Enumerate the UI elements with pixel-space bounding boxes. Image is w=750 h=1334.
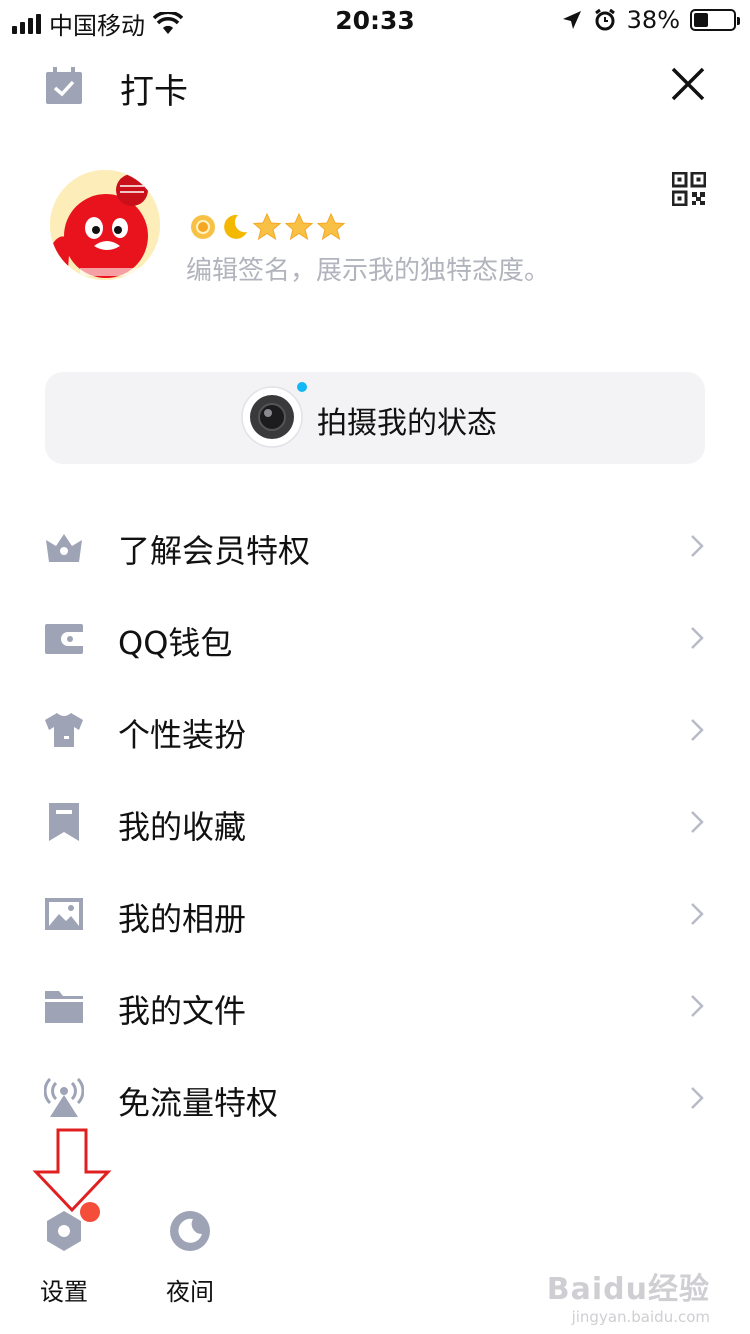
penguin-avatar-image bbox=[50, 170, 160, 280]
watermark: Baidu经验 jingyan.baidu.com bbox=[547, 1264, 710, 1326]
antenna-icon bbox=[44, 1078, 84, 1117]
alarm-icon bbox=[594, 8, 615, 31]
menu-item-files[interactable]: 我的文件 bbox=[0, 960, 750, 1052]
level-badges[interactable] bbox=[188, 212, 346, 242]
star-icon bbox=[316, 212, 346, 241]
battery-icon bbox=[690, 9, 740, 31]
status-bar: 中国移动 20:33 38% bbox=[0, 0, 750, 40]
chevron-right-icon bbox=[691, 811, 704, 833]
battery-fill bbox=[694, 13, 709, 27]
menu-item-album[interactable]: 我的相册 bbox=[0, 868, 750, 960]
moon-icon bbox=[167, 1208, 213, 1254]
menu-item-favorites[interactable]: 我的收藏 bbox=[0, 776, 750, 868]
menu-item-label: 免流量特权 bbox=[118, 1084, 279, 1122]
chevron-right-icon bbox=[691, 995, 704, 1017]
camera-icon bbox=[241, 386, 303, 448]
chevron-right-icon bbox=[691, 1087, 704, 1109]
notification-badge bbox=[80, 1202, 100, 1222]
down-arrow-annotation bbox=[32, 1128, 112, 1213]
menu-item-label: QQ钱包 bbox=[118, 624, 233, 662]
chevron-right-icon bbox=[691, 627, 704, 649]
page-title[interactable]: 打卡 bbox=[120, 64, 188, 113]
menu-item-vip[interactable]: 了解会员特权 bbox=[0, 500, 750, 592]
settings-button[interactable]: 设置 bbox=[19, 1208, 109, 1307]
chevron-right-icon bbox=[691, 903, 704, 925]
menu-item-label: 我的收藏 bbox=[118, 808, 247, 846]
signature-placeholder[interactable]: 编辑签名，展示我的独特态度。 bbox=[186, 250, 550, 287]
tshirt-icon bbox=[45, 713, 83, 747]
close-icon[interactable] bbox=[668, 64, 708, 104]
menu-item-theme[interactable]: 个性装扮 bbox=[0, 684, 750, 776]
chevron-right-icon bbox=[691, 719, 704, 741]
photo-icon bbox=[45, 898, 83, 930]
watermark-url: jingyan.baidu.com bbox=[571, 1308, 710, 1326]
settings-label: 设置 bbox=[40, 1278, 88, 1306]
wallet-icon bbox=[45, 624, 83, 654]
shoot-status-label: 拍摄我的状态 bbox=[317, 406, 497, 441]
menu-item-label: 了解会员特权 bbox=[118, 532, 311, 570]
location-icon bbox=[562, 11, 581, 29]
menu-item-label: 个性装扮 bbox=[118, 716, 247, 754]
sun-icon bbox=[191, 215, 215, 239]
menu-item-label: 我的相册 bbox=[118, 900, 247, 938]
menu-item-label: 我的文件 bbox=[118, 992, 247, 1030]
star-icon bbox=[284, 212, 314, 241]
moon-icon bbox=[224, 214, 247, 239]
menu-item-free-data[interactable]: 免流量特权 bbox=[0, 1052, 750, 1144]
shoot-status-button[interactable]: 拍摄我的状态 bbox=[45, 372, 705, 464]
crown-icon bbox=[46, 534, 82, 562]
new-indicator-dot bbox=[297, 382, 307, 392]
battery-percent: 38% bbox=[626, 6, 680, 34]
chevron-right-icon bbox=[691, 535, 704, 557]
bookmark-icon bbox=[49, 803, 79, 841]
qr-code-icon[interactable] bbox=[672, 172, 706, 206]
night-mode-label: 夜间 bbox=[166, 1278, 214, 1306]
folder-icon bbox=[45, 991, 83, 1023]
star-icon bbox=[252, 212, 282, 241]
avatar[interactable] bbox=[50, 170, 160, 280]
status-right: 38% bbox=[561, 6, 740, 34]
night-mode-button[interactable]: 夜间 bbox=[145, 1208, 235, 1307]
watermark-logo: Baidu经验 bbox=[546, 1272, 710, 1307]
menu-list: 了解会员特权 QQ钱包 个性装扮 我的收藏 我的相册 我的文件 免流量特权 bbox=[0, 500, 750, 1144]
menu-item-wallet[interactable]: QQ钱包 bbox=[0, 592, 750, 684]
calendar-check-icon[interactable] bbox=[44, 66, 84, 106]
